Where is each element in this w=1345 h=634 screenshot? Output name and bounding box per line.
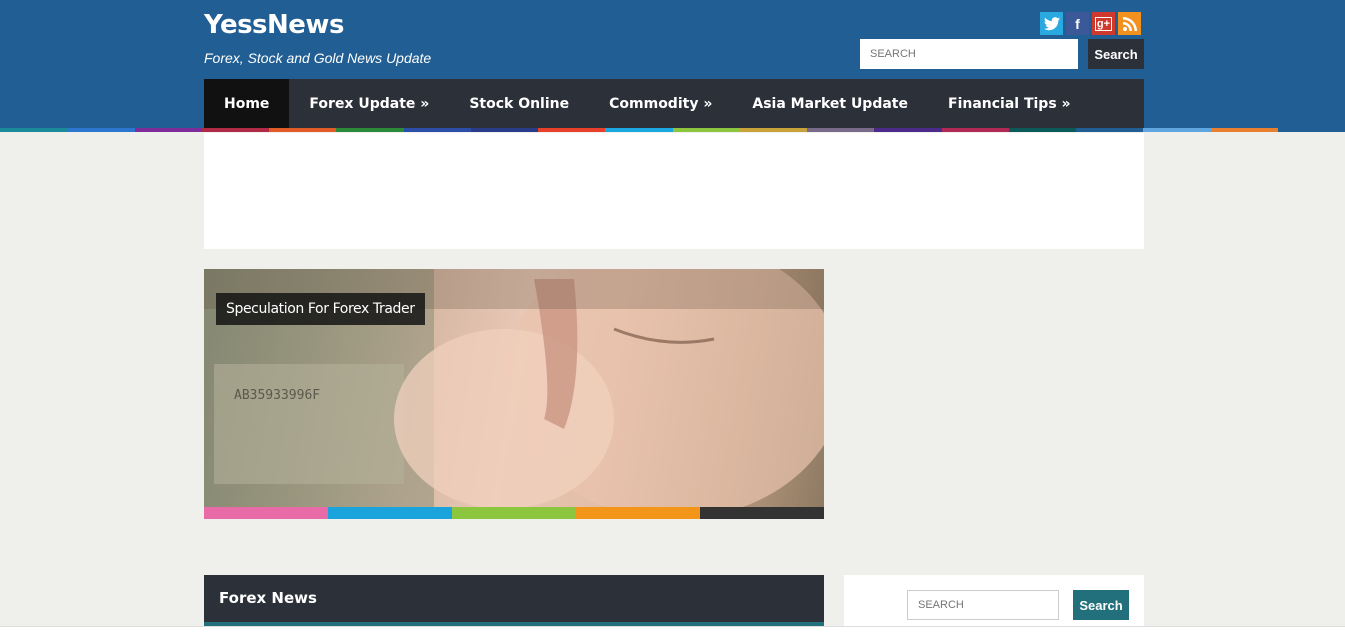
color-strip-segment bbox=[134, 128, 202, 132]
color-strip-segment bbox=[672, 128, 740, 132]
nav-item-forex-update[interactable]: Forex Update » bbox=[289, 79, 449, 129]
color-strip-segment bbox=[403, 128, 471, 132]
twitter-icon[interactable] bbox=[1040, 12, 1063, 35]
featured-bar-segment bbox=[576, 507, 700, 519]
featured-bar-segment bbox=[700, 507, 824, 519]
featured-bar-segment bbox=[452, 507, 576, 519]
color-strip-segment bbox=[807, 128, 875, 132]
color-strip-segment bbox=[538, 128, 606, 132]
header-search-button[interactable]: Search bbox=[1088, 39, 1144, 69]
header-color-strip bbox=[0, 128, 1345, 132]
color-strip-segment bbox=[201, 128, 269, 132]
sidebar-search-button[interactable]: Search bbox=[1073, 590, 1129, 620]
featured-caption[interactable]: Speculation For Forex Trader bbox=[216, 293, 425, 325]
color-strip-segment bbox=[336, 128, 404, 132]
main-nav: Home Forex Update » Stock Online Commodi… bbox=[204, 79, 1144, 129]
color-strip-segment bbox=[874, 128, 942, 132]
rss-icon[interactable] bbox=[1118, 12, 1141, 35]
forex-news-heading: Forex News bbox=[204, 575, 824, 622]
nav-item-commodity[interactable]: Commodity » bbox=[589, 79, 732, 129]
featured-bar-segment bbox=[204, 507, 328, 519]
nav-item-financial-tips[interactable]: Financial Tips » bbox=[928, 79, 1091, 129]
color-strip-segment bbox=[1210, 128, 1278, 132]
color-strip-segment bbox=[1008, 128, 1076, 132]
featured-color-bar bbox=[204, 507, 824, 519]
site-title[interactable]: YessNews bbox=[204, 10, 344, 40]
featured-image[interactable]: AB35933996F Speculation For Forex Trader bbox=[204, 269, 824, 507]
header-search-input[interactable] bbox=[860, 39, 1078, 69]
page-bottom-edge bbox=[0, 626, 1345, 634]
social-links: f g+ bbox=[1040, 12, 1141, 35]
google-plus-icon[interactable]: g+ bbox=[1092, 12, 1115, 35]
color-strip-segment bbox=[605, 128, 673, 132]
site-header: YessNews Forex, Stock and Gold News Upda… bbox=[0, 0, 1345, 131]
color-strip-segment bbox=[0, 128, 68, 132]
color-strip-segment bbox=[1076, 128, 1144, 132]
ad-banner bbox=[204, 133, 1144, 249]
nav-item-stock-online[interactable]: Stock Online bbox=[449, 79, 589, 129]
color-strip-segment bbox=[739, 128, 807, 132]
color-strip-segment bbox=[470, 128, 538, 132]
svg-text:AB35933996F: AB35933996F bbox=[234, 388, 320, 403]
nav-item-asia-market-update[interactable]: Asia Market Update bbox=[732, 79, 928, 129]
featured-bar-segment bbox=[328, 507, 452, 519]
nav-item-home[interactable]: Home bbox=[204, 79, 290, 129]
color-strip-segment bbox=[1143, 128, 1211, 132]
color-strip-segment bbox=[941, 128, 1009, 132]
color-strip-segment bbox=[1277, 128, 1345, 132]
sidebar-search-input[interactable] bbox=[907, 590, 1059, 620]
facebook-icon[interactable]: f bbox=[1066, 12, 1089, 35]
color-strip-segment bbox=[269, 128, 337, 132]
site-tagline: Forex, Stock and Gold News Update bbox=[204, 50, 432, 66]
color-strip-segment bbox=[67, 128, 135, 132]
